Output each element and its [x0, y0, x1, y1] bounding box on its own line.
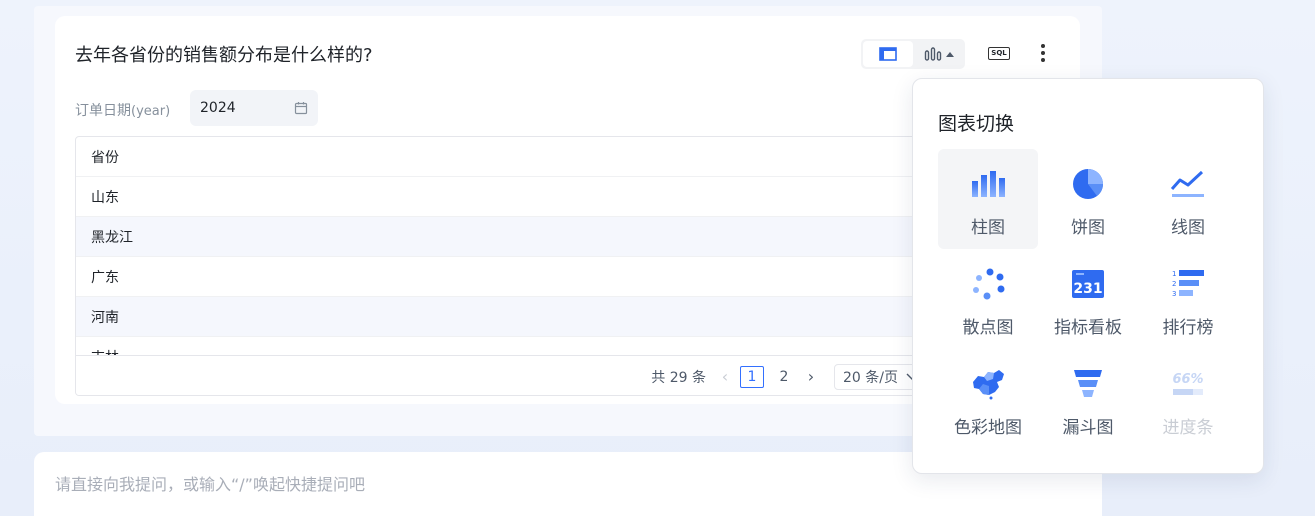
prev-page-icon[interactable]: ‹: [714, 367, 736, 386]
calendar-icon: [294, 102, 308, 115]
filter-label: 订单日期(year): [75, 100, 170, 120]
chart-option-label: 排行榜: [1162, 318, 1214, 338]
funnel-chart-icon: [1068, 367, 1108, 401]
bar-outline-icon: [924, 47, 942, 61]
page-1-button[interactable]: 1: [740, 365, 764, 388]
table-view-button[interactable]: [863, 41, 913, 67]
more-dot-icon: [1041, 51, 1045, 55]
table-header: 省份: [76, 137, 934, 177]
progress-bar-icon: 66%: [1168, 367, 1208, 401]
chart-option-line[interactable]: 线图: [1138, 149, 1238, 249]
table-row: 河南: [76, 297, 934, 337]
more-options-button[interactable]: [1035, 42, 1051, 64]
metric-board-icon: 231: [1068, 267, 1108, 301]
table-row: 山东: [76, 177, 934, 217]
chart-option-label: 漏斗图: [1062, 418, 1114, 438]
question-title: 去年各省份的销售额分布是什么样的?: [75, 45, 373, 66]
data-table: 省份 山东 黑龙江 广东 河南 吉林 共 29 条 ‹ 1 2 › 20 条/页: [75, 136, 935, 396]
filter-label-sub: (year): [131, 104, 171, 119]
chart-option-progress: 66% 进度条: [1138, 349, 1238, 449]
pie-chart-icon: [1068, 167, 1108, 201]
view-toggle: [861, 39, 965, 69]
progress-value-text: 66%: [1172, 372, 1203, 387]
filter-label-text: 订单日期: [75, 103, 131, 119]
metric-value-text: 231: [1073, 281, 1102, 297]
year-picker[interactable]: 2024: [190, 90, 318, 126]
cell-province: 广东: [91, 269, 119, 286]
chart-option-bar[interactable]: 柱图: [938, 149, 1038, 249]
more-dot-icon: [1041, 44, 1045, 48]
chart-option-label: 柱图: [971, 218, 1005, 238]
cell-province: 河南: [91, 309, 119, 326]
table-body[interactable]: 山东 黑龙江 广东 河南 吉林: [76, 177, 934, 355]
table-row: 广东: [76, 257, 934, 297]
chart-option-scatter[interactable]: 散点图: [938, 249, 1038, 349]
chart-option-label: 进度条: [1162, 418, 1214, 438]
popover-title: 图表切换: [938, 113, 1015, 135]
svg-text:2: 2: [1172, 280, 1176, 288]
chart-option-ranking[interactable]: 1 2 3 排行榜: [1138, 249, 1238, 349]
color-map-icon: [968, 367, 1008, 401]
more-dot-icon: [1041, 58, 1045, 62]
bar-chart-icon: [968, 167, 1008, 201]
scatter-chart-icon: [968, 267, 1008, 301]
line-chart-icon: [1168, 167, 1208, 201]
svg-text:1: 1: [1172, 270, 1176, 278]
cell-province: 吉林: [91, 347, 119, 355]
cell-province: 黑龙江: [91, 229, 133, 246]
table-icon: [879, 47, 897, 61]
chart-option-metric[interactable]: 231 指标看板: [1038, 249, 1138, 349]
page-2-button[interactable]: 2: [772, 366, 796, 388]
chart-option-label: 色彩地图: [954, 418, 1022, 438]
next-page-icon[interactable]: ›: [800, 367, 822, 386]
total-count: 共 29 条: [651, 369, 706, 386]
sql-button[interactable]: SQL: [988, 44, 1010, 62]
caret-up-icon: [946, 51, 954, 57]
chart-option-funnel[interactable]: 漏斗图: [1038, 349, 1138, 449]
cell-province: 山东: [91, 189, 119, 206]
chart-option-label: 线图: [1171, 218, 1205, 238]
ranking-icon: 1 2 3: [1168, 267, 1208, 301]
chart-option-pie[interactable]: 饼图: [1038, 149, 1138, 249]
table-row: 黑龙江: [76, 217, 934, 257]
chart-option-label: 指标看板: [1054, 318, 1122, 338]
svg-text:3: 3: [1172, 290, 1176, 298]
page-size-value: 20 条/页: [843, 369, 898, 386]
chart-option-label: 饼图: [1071, 218, 1105, 238]
chart-switch-popover: 图表切换 柱图 饼图 线图 散点图 231 指标看板 1 2 3 排行榜 色彩地…: [912, 78, 1264, 474]
chart-view-button[interactable]: [913, 41, 965, 67]
column-header-province: 省份: [91, 149, 119, 166]
chart-option-map[interactable]: 色彩地图: [938, 349, 1038, 449]
table-row: 吉林: [76, 337, 934, 355]
year-value: 2024: [200, 100, 236, 116]
ask-input-placeholder: 请直接向我提问，或输入“/”唤起快捷提问吧: [55, 475, 365, 494]
chart-option-label: 散点图: [962, 318, 1014, 338]
pagination: 共 29 条 ‹ 1 2 › 20 条/页: [76, 355, 934, 395]
sql-icon: SQL: [988, 46, 1010, 60]
